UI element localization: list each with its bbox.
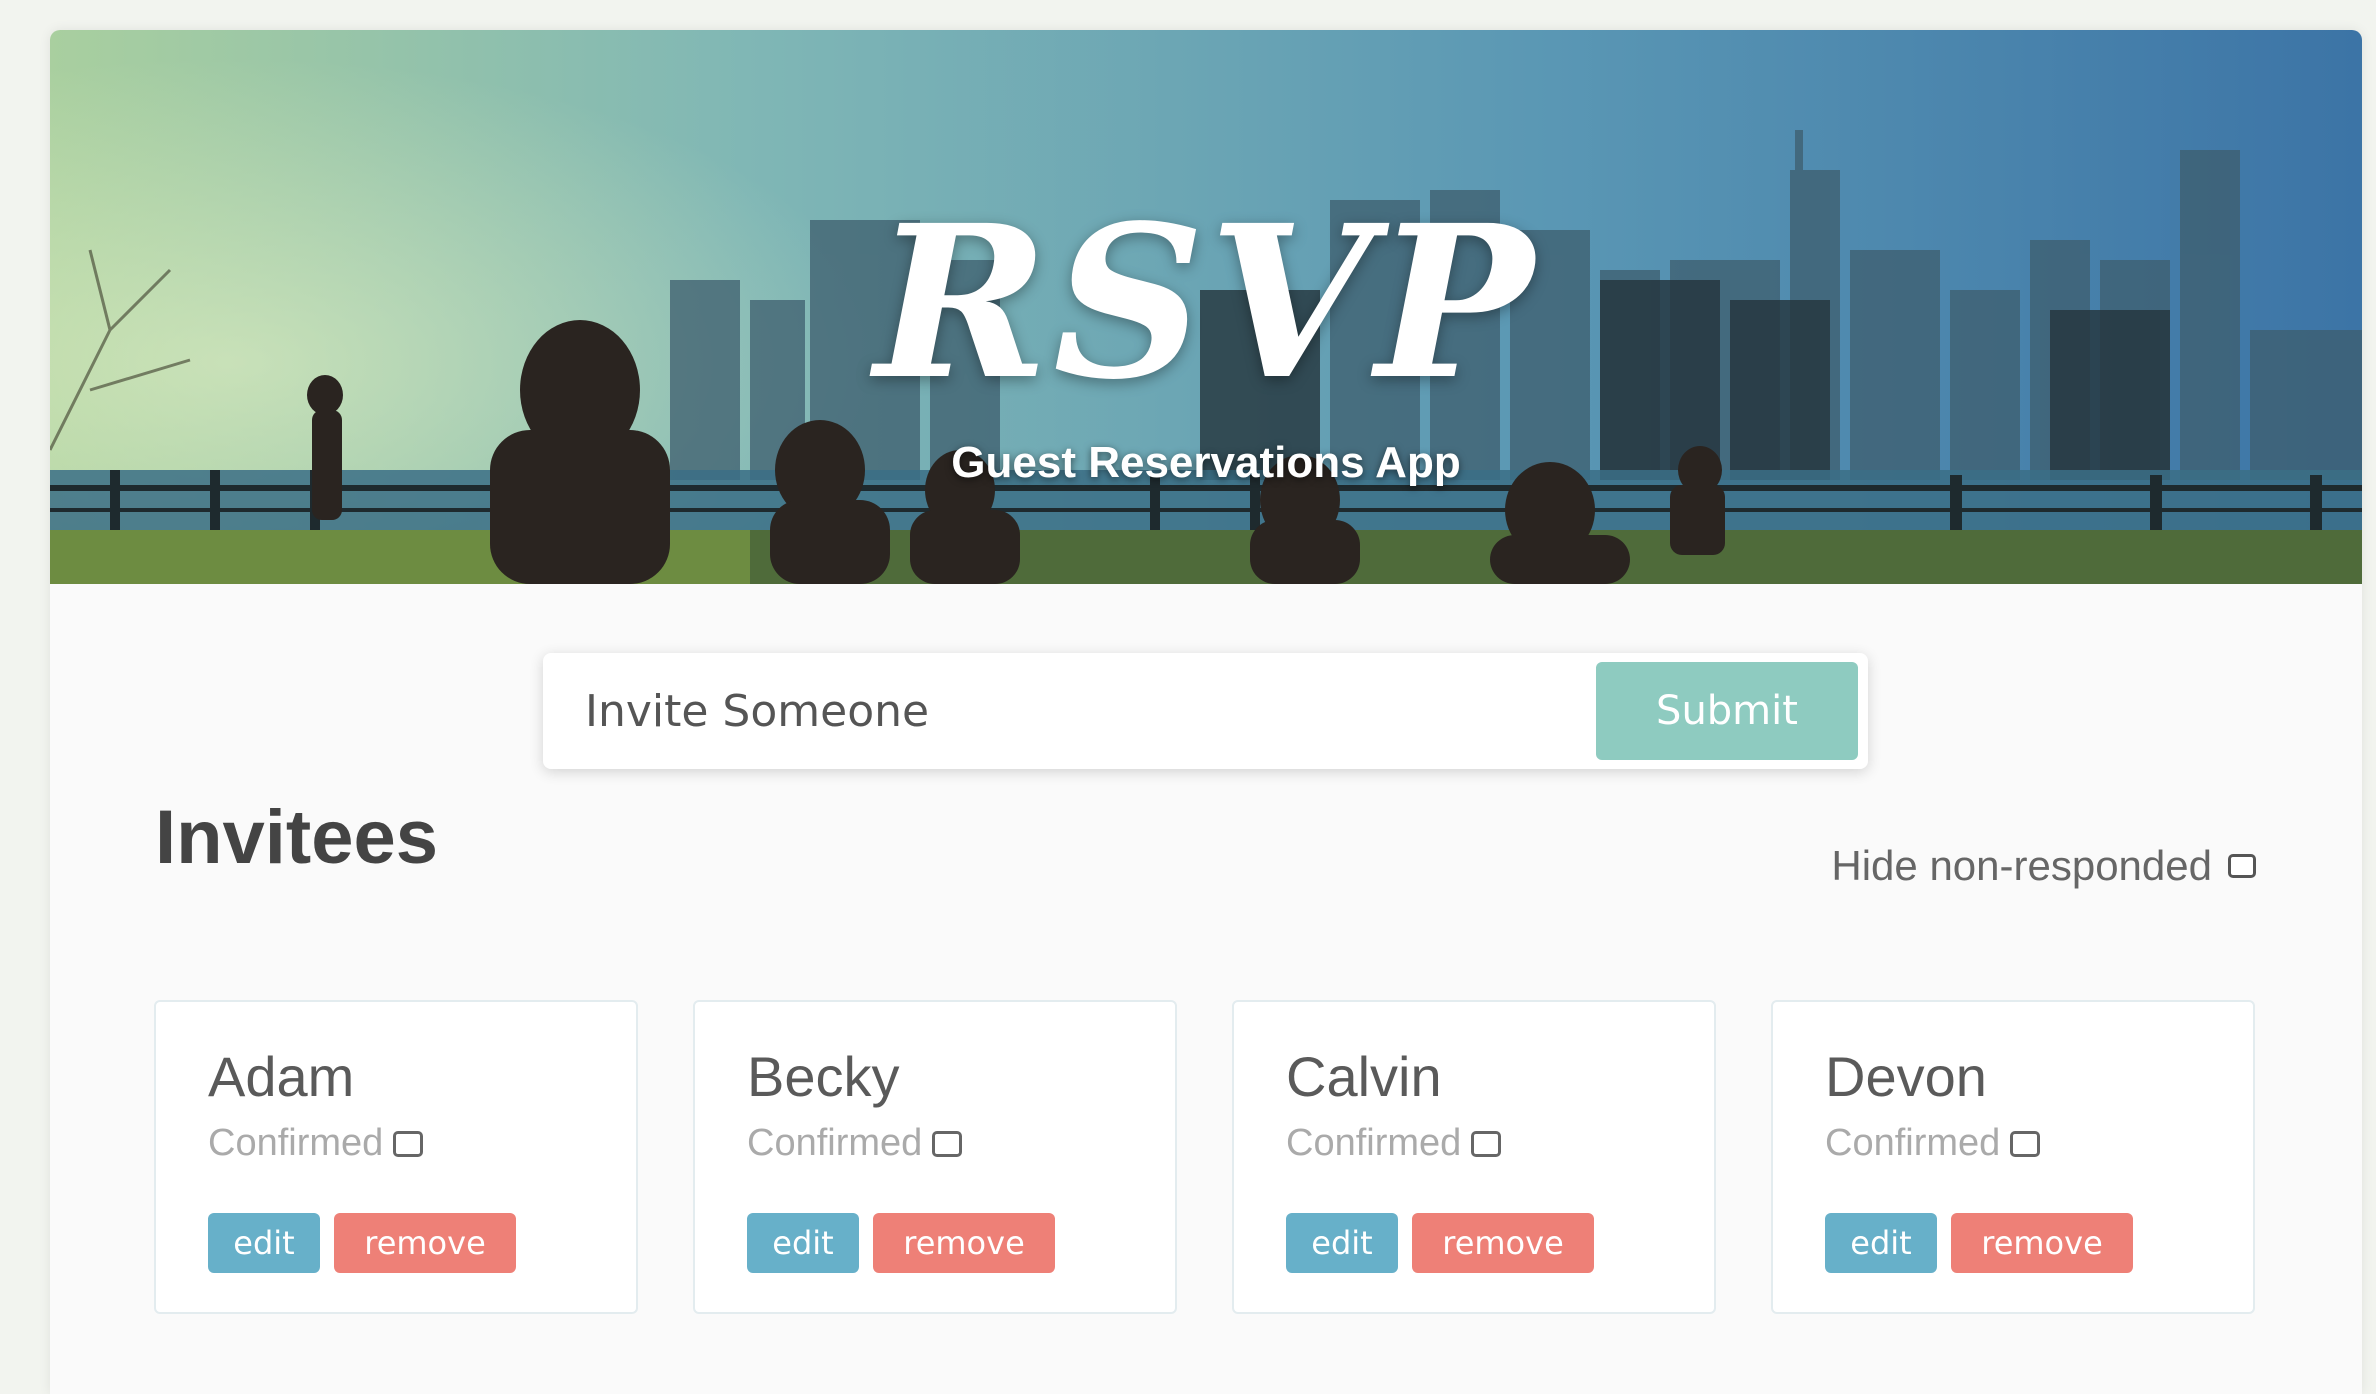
- confirmed-checkbox[interactable]: [932, 1130, 963, 1157]
- invitee-name: Calvin: [1286, 1045, 1442, 1108]
- confirmed-toggle[interactable]: Confirmed: [1286, 1122, 1502, 1165]
- hide-non-responded-label: Hide non-responded: [1831, 842, 2212, 889]
- invitee-name: Adam: [208, 1045, 355, 1108]
- invitee-card: Devon Confirmed edit remove: [1771, 1000, 2255, 1314]
- invitees-heading: Invitees: [155, 795, 439, 880]
- edit-button[interactable]: edit: [1286, 1213, 1398, 1273]
- edit-button[interactable]: edit: [208, 1213, 320, 1273]
- app-window: RSVP Guest Reservations App Submit Invit…: [50, 30, 2362, 1394]
- submit-button[interactable]: Submit: [1596, 662, 1858, 760]
- app-title: RSVP: [874, 179, 1538, 426]
- confirmed-toggle[interactable]: Confirmed: [1825, 1122, 2041, 1165]
- confirmed-label: Confirmed: [208, 1122, 384, 1164]
- confirmed-toggle[interactable]: Confirmed: [747, 1122, 963, 1165]
- remove-button[interactable]: remove: [334, 1213, 516, 1273]
- edit-button[interactable]: edit: [747, 1213, 859, 1273]
- invitee-card: Adam Confirmed edit remove: [154, 1000, 638, 1314]
- app-subtitle: Guest Reservations App: [951, 438, 1461, 487]
- invite-form: Submit: [543, 653, 1868, 769]
- invite-input[interactable]: [543, 653, 1583, 769]
- remove-button[interactable]: remove: [1951, 1213, 2133, 1273]
- confirmed-checkbox[interactable]: [393, 1130, 424, 1157]
- remove-button[interactable]: remove: [873, 1213, 1055, 1273]
- header-banner: RSVP Guest Reservations App: [50, 30, 2362, 584]
- confirmed-toggle[interactable]: Confirmed: [208, 1122, 424, 1165]
- hide-non-responded-checkbox[interactable]: [2228, 854, 2256, 878]
- invitee-card: Becky Confirmed edit remove: [693, 1000, 1177, 1314]
- confirmed-checkbox[interactable]: [1471, 1130, 1502, 1157]
- invitee-name: Devon: [1825, 1045, 1987, 1108]
- confirmed-label: Confirmed: [1286, 1122, 1462, 1164]
- remove-button[interactable]: remove: [1412, 1213, 1594, 1273]
- hide-non-responded-filter[interactable]: Hide non-responded: [1831, 842, 2256, 890]
- edit-button[interactable]: edit: [1825, 1213, 1937, 1273]
- confirmed-checkbox[interactable]: [2010, 1130, 2041, 1157]
- invitee-card: Calvin Confirmed edit remove: [1232, 1000, 1716, 1314]
- confirmed-label: Confirmed: [747, 1122, 923, 1164]
- invitee-name: Becky: [747, 1045, 900, 1108]
- confirmed-label: Confirmed: [1825, 1122, 2001, 1164]
